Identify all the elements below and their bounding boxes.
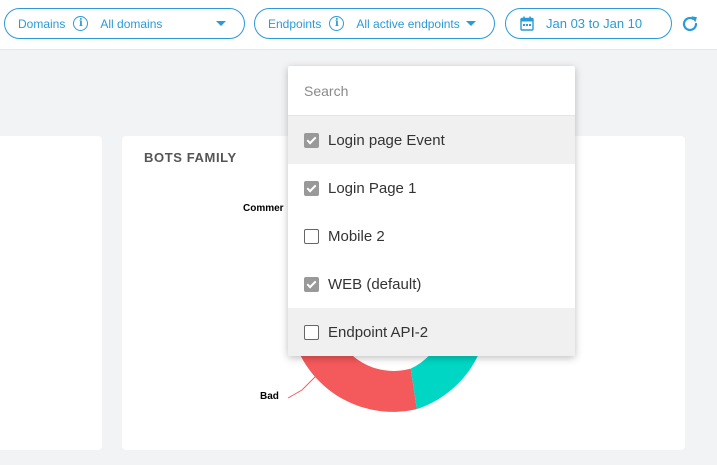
date-range-value: Jan 03 to Jan 10 (546, 16, 643, 31)
info-icon[interactable]: i (329, 16, 345, 31)
endpoint-option[interactable]: WEB (default) (288, 260, 575, 308)
option-label: WEB (default) (328, 275, 422, 293)
endpoints-filter[interactable]: Endpoints i All active endpoints (254, 8, 495, 39)
checkbox[interactable] (304, 180, 319, 196)
option-label: Mobile 2 (328, 227, 385, 245)
checkbox[interactable] (304, 132, 319, 148)
calendar-icon (520, 16, 534, 31)
checkbox[interactable] (304, 228, 319, 244)
domains-filter[interactable]: Domains i All domains (4, 8, 245, 39)
date-range-filter[interactable]: Jan 03 to Jan 10 (505, 8, 672, 39)
endpoint-option[interactable]: Login page Event (288, 116, 575, 164)
caret-down-icon (466, 21, 476, 26)
option-label: Login Page 1 (328, 179, 417, 197)
endpoint-option[interactable]: Endpoint API-2 (288, 308, 575, 356)
caret-down-icon (216, 21, 226, 26)
endpoints-filter-label: Endpoints (268, 16, 322, 31)
left-card (0, 136, 102, 450)
search-input[interactable] (304, 82, 544, 99)
option-label: Login page Event (328, 131, 445, 149)
endpoint-option[interactable]: Login Page 1 (288, 164, 575, 212)
checkbox[interactable] (304, 324, 319, 340)
commercial-label: Commer (243, 203, 284, 214)
option-label: Endpoint API-2 (328, 323, 429, 341)
dropdown-search (288, 66, 575, 116)
bad-label: Bad (260, 391, 279, 402)
filter-bar: Domains i All domains Endpoints i All ac… (0, 0, 717, 50)
endpoint-option[interactable]: Mobile 2 (288, 212, 575, 260)
domains-filter-value: All domains (100, 16, 163, 31)
endpoints-dropdown: Login page Event Login Page 1 Mobile 2 W… (288, 66, 575, 356)
info-icon[interactable]: i (73, 16, 89, 31)
endpoints-filter-value: All active endpoints (356, 16, 460, 31)
domains-filter-label: Domains (18, 16, 66, 31)
refresh-icon[interactable] (680, 14, 700, 34)
checkbox[interactable] (304, 276, 319, 292)
